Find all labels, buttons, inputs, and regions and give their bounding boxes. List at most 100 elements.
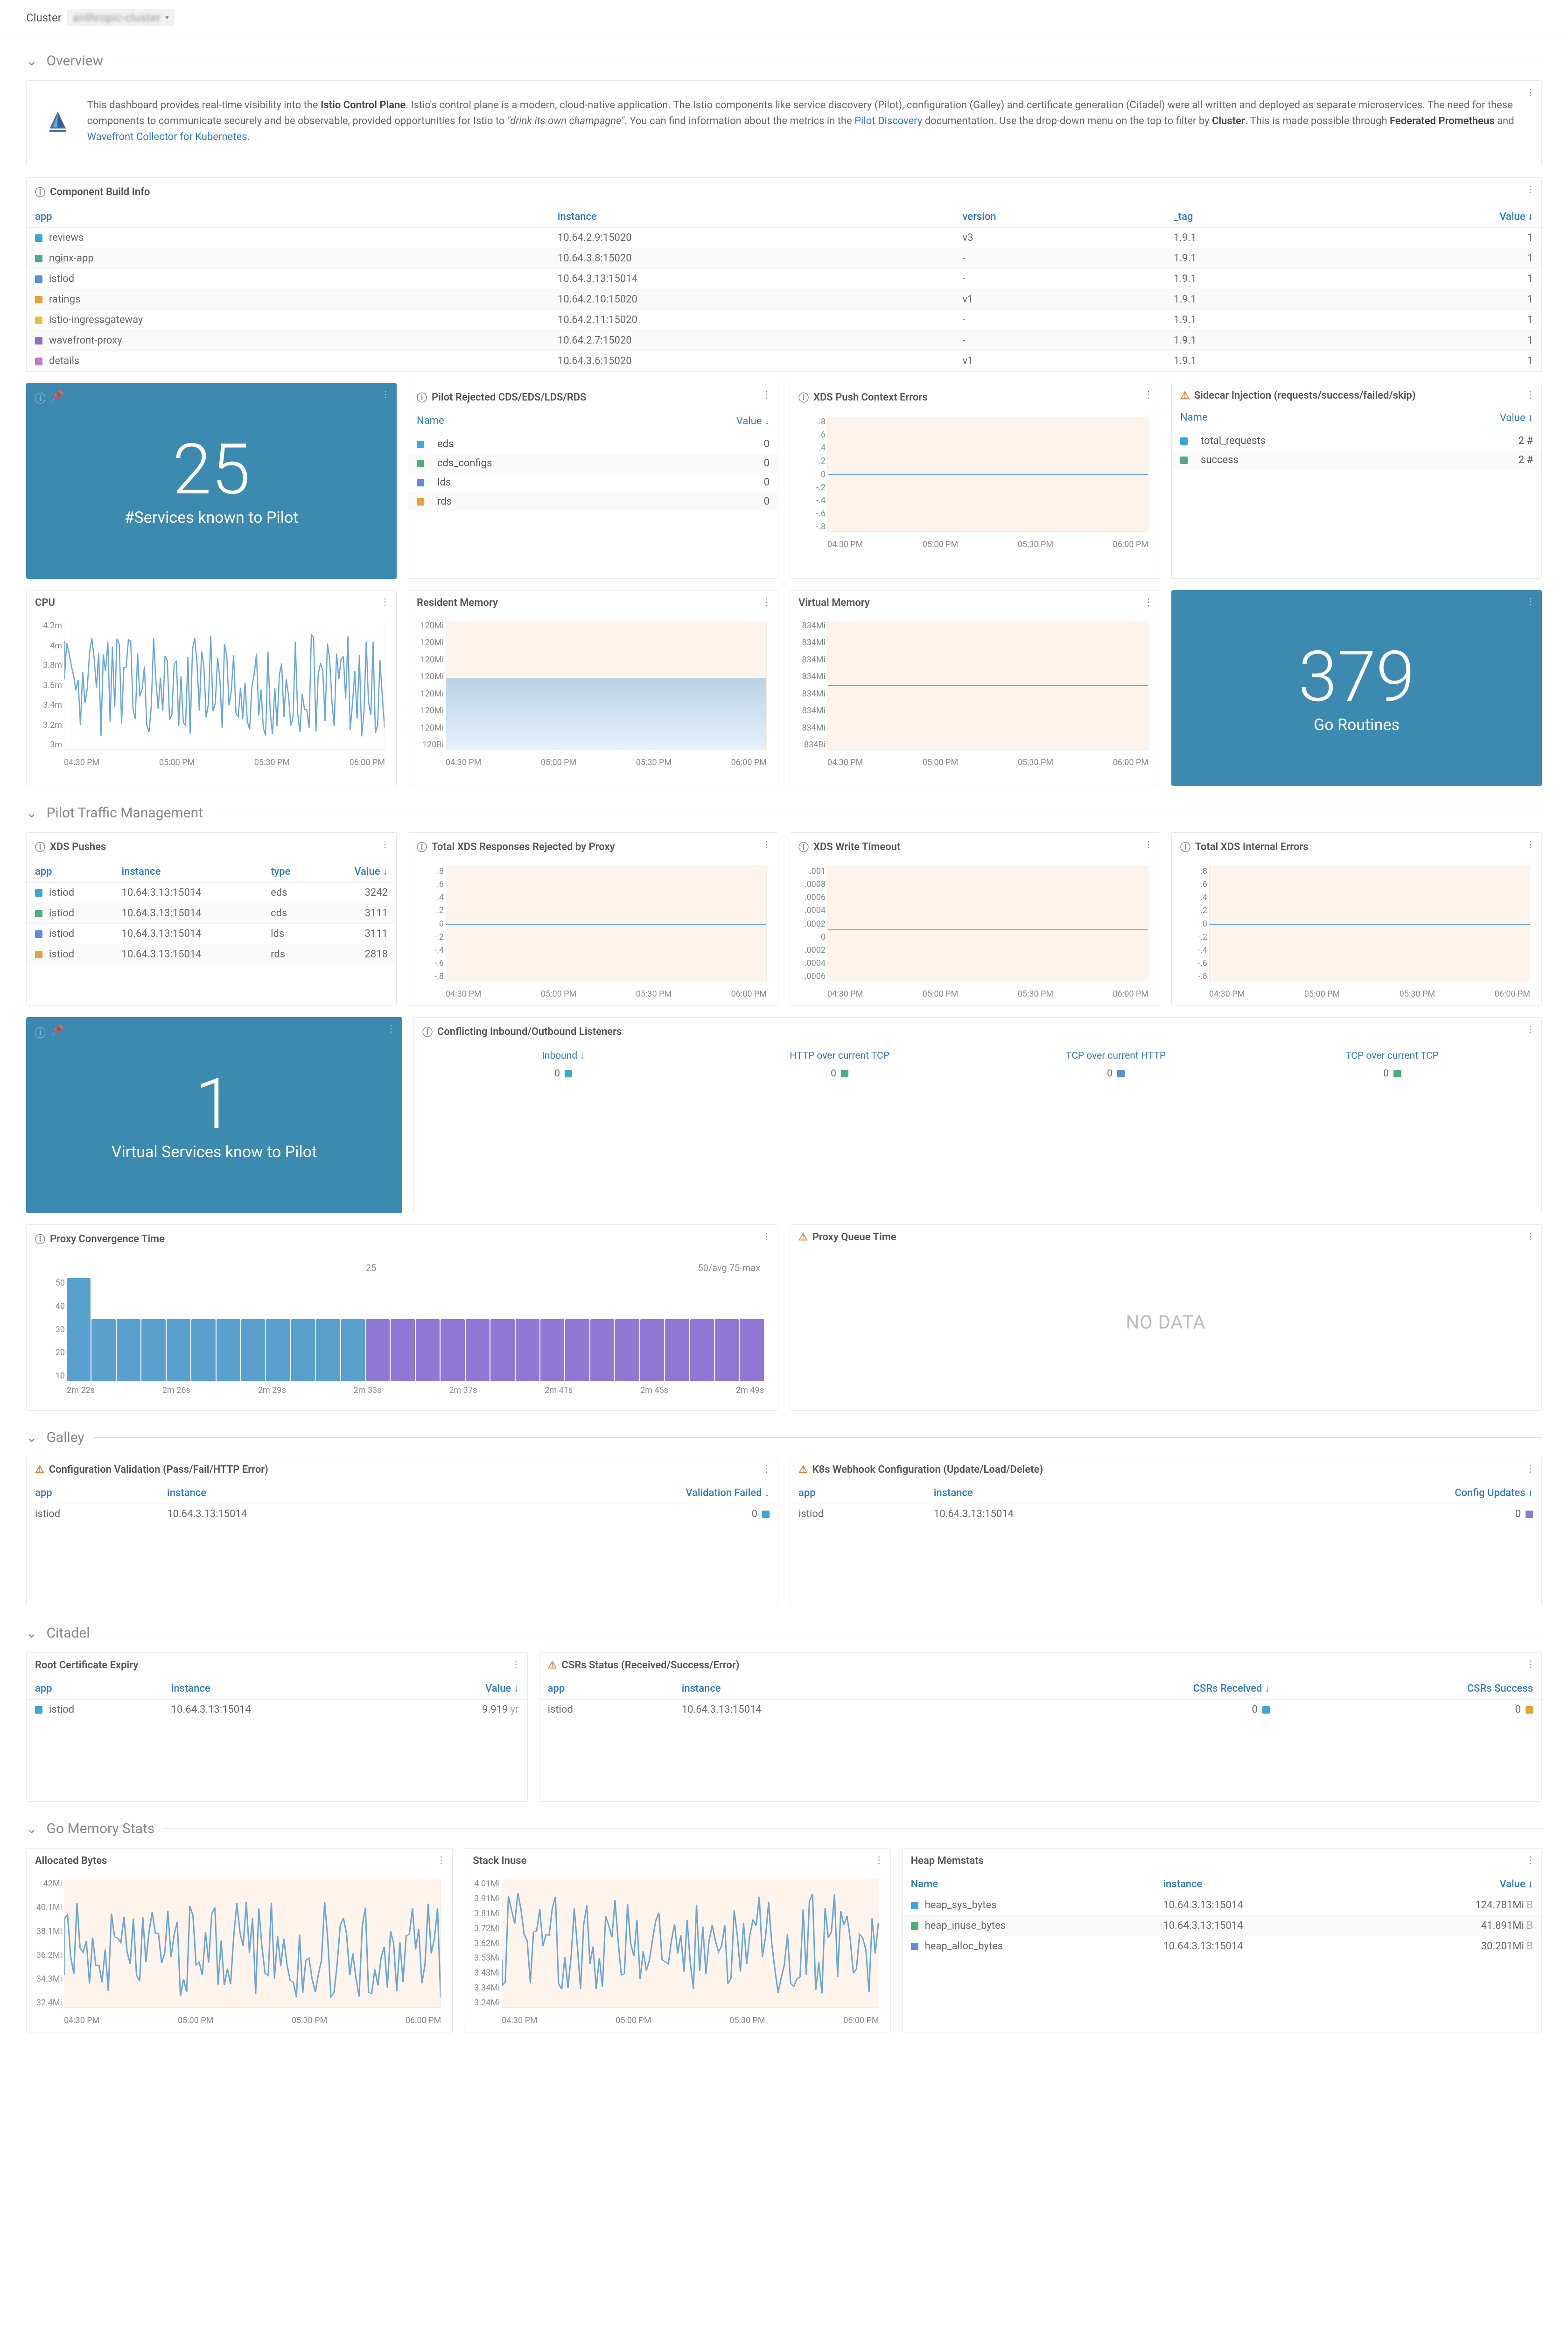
col-app[interactable]: app [27, 1482, 159, 1504]
col-config-updates[interactable]: Config Updates ↓ [1236, 1482, 1541, 1504]
card-menu-icon[interactable]: ⋮ [762, 596, 770, 607]
table-row: istiod10.64.3.13:15014cds3111 [27, 903, 396, 924]
col-value[interactable]: Value ↓ [319, 861, 396, 883]
col-instance[interactable]: instance [1155, 1873, 1373, 1895]
xds-pushes-table: app instance type Value ↓ istiod10.64.3.… [27, 861, 396, 964]
info-icon: ⓘ [1180, 839, 1190, 854]
table-row: istiod10.64.3.13:150140 [27, 1504, 778, 1525]
col-value[interactable]: Value ↓ [1331, 206, 1541, 228]
tile-label: #Services known to Pilot [125, 508, 299, 527]
col-csrs-received[interactable]: CSRs Received ↓ [981, 1678, 1278, 1700]
histogram-bar [516, 1319, 539, 1381]
card-menu-icon[interactable]: ⋮ [1144, 838, 1152, 850]
stack-inuse-chart: 4.01Mi3.91Mi3.81Mi3.72Mi3.62Mi3.53Mi3.43… [464, 1873, 890, 2032]
col-instance[interactable]: instance [925, 1482, 1236, 1504]
cluster-label: Cluster [26, 11, 62, 24]
resident-memory-card: ⋮ Resident Memory 120Mi120Mi120Mi120Mi12… [408, 590, 778, 786]
virtual-services-tile: ⓘ📌 ⋮ 1 Virtual Services know to Pilot [26, 1017, 402, 1213]
root-cert-card: ⋮ Root Certificate Expiry app instance V… [26, 1652, 528, 1802]
card-title: Sidecar Injection (requests/success/fail… [1194, 390, 1416, 401]
col-app[interactable]: app [27, 1678, 163, 1700]
card-menu-icon[interactable]: ⋮ [1526, 1230, 1534, 1242]
col-name[interactable]: Name [903, 1873, 1155, 1895]
col-header[interactable]: TCP over current TCP [1254, 1050, 1530, 1062]
col-header[interactable]: TCP over current HTTP [978, 1050, 1254, 1062]
card-menu-icon[interactable]: ⋮ [762, 1230, 770, 1242]
histogram-bar [466, 1319, 490, 1381]
card-menu-icon[interactable]: ⋮ [1526, 1854, 1534, 1865]
card-menu-icon[interactable]: ⋮ [1144, 389, 1152, 400]
col-value[interactable]: Value ↓ [398, 1678, 527, 1700]
col-app[interactable]: app [790, 1482, 925, 1504]
card-menu-icon[interactable]: ⋮ [436, 1854, 445, 1865]
col-csrs-success[interactable]: CSRs Success [1278, 1678, 1541, 1700]
col-value[interactable]: Value ↓ [736, 415, 770, 427]
warning-icon: ⚠ [1180, 390, 1190, 401]
card-title: Conflicting Inbound/Outbound Listeners [437, 1026, 622, 1038]
info-icon: ⓘ [35, 184, 45, 199]
col-header[interactable]: HTTP over current TCP [701, 1050, 978, 1062]
col-type[interactable]: type [262, 861, 319, 883]
card-menu-icon[interactable]: ⋮ [511, 1659, 520, 1670]
col-instance[interactable]: instance [113, 861, 263, 883]
col-header[interactable]: Inbound ↓ [425, 1050, 701, 1062]
resident-memory-chart: 120Mi120Mi120Mi120Mi120Mi120Mi120Mi120Bi… [408, 615, 778, 774]
histogram-bar [665, 1319, 689, 1381]
k8s-webhook-table: app instance Config Updates ↓ istiod10.6… [790, 1482, 1541, 1524]
col-value[interactable]: Value ↓ [1373, 1873, 1541, 1895]
card-title: XDS Pushes [50, 841, 106, 853]
col-instance[interactable]: instance [673, 1678, 981, 1700]
col-instance[interactable]: instance [549, 206, 954, 228]
card-menu-icon[interactable]: ⋮ [381, 388, 389, 400]
cluster-selector[interactable]: anthropic-cluster ▾ [67, 9, 175, 26]
services-known-tile: ⓘ📌 ⋮ 25 #Services known to Pilot [26, 383, 397, 579]
card-menu-icon[interactable]: ⋮ [386, 1023, 395, 1034]
card-menu-icon[interactable]: ⋮ [1526, 86, 1534, 98]
meta-right: 50/avg 75-max [698, 1262, 760, 1273]
card-menu-icon[interactable]: ⋮ [1526, 838, 1534, 850]
col-version[interactable]: version [954, 206, 1165, 228]
info-icon: ⓘ [798, 390, 809, 405]
stack-inuse-card: ⋮ Stack Inuse 4.01Mi3.91Mi3.81Mi3.72Mi3.… [464, 1848, 890, 2032]
card-title: Stack Inuse [473, 1855, 526, 1867]
table-row: istiod10.64.3.13:15014eds3242 [27, 883, 396, 903]
section-overview-header[interactable]: ⌄ Overview [26, 53, 1542, 69]
wavefront-collector-link[interactable]: Wavefront Collector for Kubernetes [87, 131, 247, 143]
col-name[interactable]: Name [417, 415, 444, 427]
section-traffic-header[interactable]: ⌄ Pilot Traffic Management [26, 805, 1542, 821]
virtual-memory-chart: 834Mi834Mi834Mi834Mi834Mi834Mi834Mi834Bi… [790, 615, 1160, 774]
card-menu-icon[interactable]: ⋮ [762, 389, 770, 400]
col-instance[interactable]: instance [159, 1482, 462, 1504]
card-menu-icon[interactable]: ⋮ [1526, 389, 1534, 400]
xds-push-errors-card: ⋮ ⓘXDS Push Context Errors .8.6.4.20-.2-… [790, 383, 1160, 579]
card-menu-icon[interactable]: ⋮ [380, 838, 389, 850]
pilot-discovery-link[interactable]: Pilot Discovery [854, 115, 922, 127]
card-menu-icon[interactable]: ⋮ [1526, 1023, 1534, 1034]
divider [164, 1828, 1542, 1829]
card-menu-icon[interactable]: ⋮ [762, 838, 770, 850]
card-menu-icon[interactable]: ⋮ [762, 1463, 770, 1474]
col-app[interactable]: app [27, 861, 113, 883]
card-menu-icon[interactable]: ⋮ [380, 596, 389, 607]
info-icon: ⓘ [35, 1024, 46, 1040]
col-tag[interactable]: _tag [1165, 206, 1331, 228]
xds-pushes-card: ⋮ ⓘXDS Pushes app instance type Value ↓ … [26, 832, 397, 1006]
card-menu-icon[interactable]: ⋮ [1526, 1463, 1534, 1474]
section-title: Go Memory Stats [46, 1821, 154, 1837]
card-menu-icon[interactable]: ⋮ [1526, 183, 1534, 195]
section-citadel-header[interactable]: ⌄ Citadel [26, 1625, 1542, 1641]
col-app[interactable]: app [539, 1678, 673, 1700]
card-menu-icon[interactable]: ⋮ [1144, 596, 1152, 607]
card-menu-icon[interactable]: ⋮ [875, 1854, 883, 1865]
col-validation-failed[interactable]: Validation Failed ↓ [462, 1482, 778, 1504]
col-instance[interactable]: instance [163, 1678, 398, 1700]
section-galley-header[interactable]: ⌄ Galley [26, 1429, 1542, 1446]
info-icon: ⓘ [417, 839, 427, 854]
card-menu-icon[interactable]: ⋮ [1526, 596, 1534, 607]
card-menu-icon[interactable]: ⋮ [1526, 1659, 1534, 1670]
col-value[interactable]: Value ↓ [1500, 412, 1533, 424]
chevron-down-icon: ⌄ [26, 53, 37, 69]
col-name[interactable]: Name [1180, 412, 1208, 424]
col-app[interactable]: app [27, 206, 549, 228]
section-gomem-header[interactable]: ⌄ Go Memory Stats [26, 1821, 1542, 1837]
